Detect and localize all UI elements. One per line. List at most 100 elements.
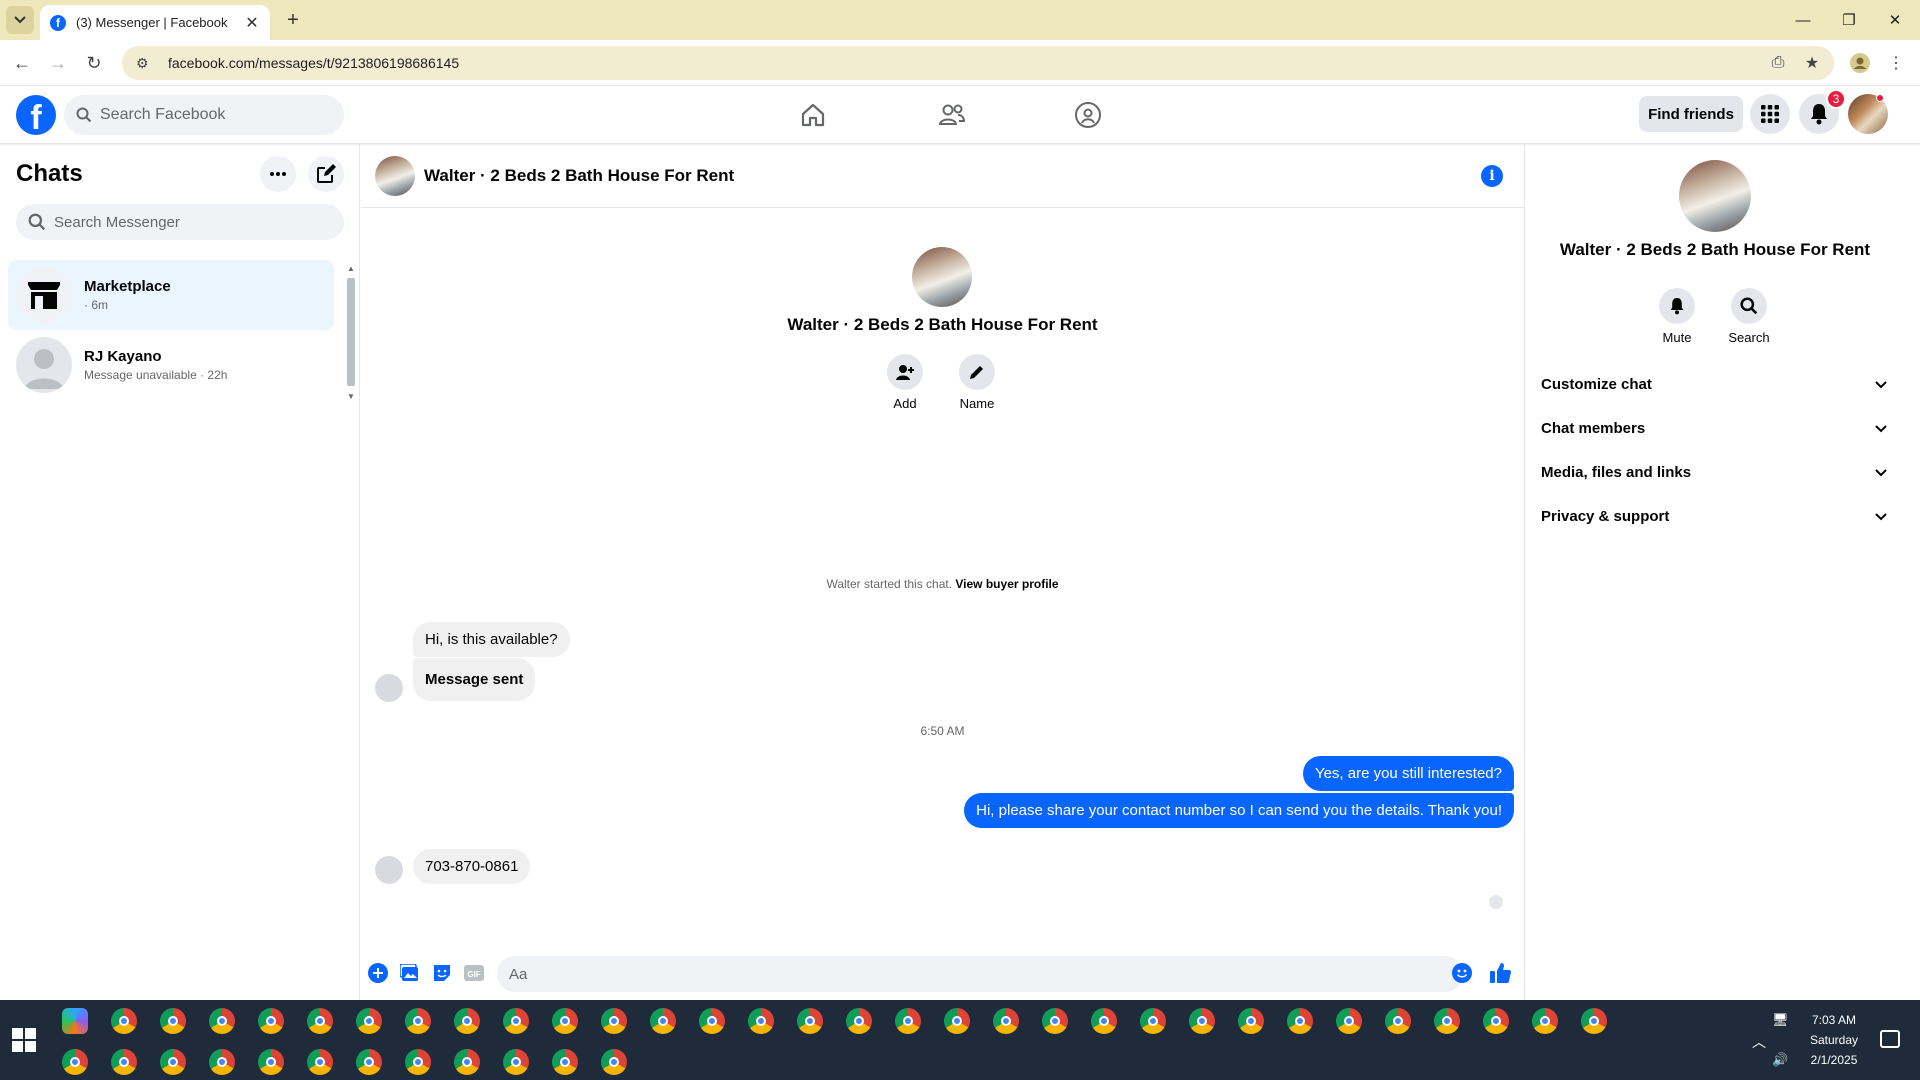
customize-chat-row[interactable]: Customize chat (1541, 364, 1889, 404)
chrome-profile-icon[interactable] (111, 1049, 137, 1075)
chrome-profile-icon[interactable] (307, 1049, 333, 1075)
media-files-links-row[interactable]: Media, files and links (1541, 452, 1889, 492)
chrome-profile-icon[interactable] (209, 1008, 235, 1034)
new-message-button[interactable] (308, 156, 344, 192)
chrome-profile-icon[interactable] (1140, 1008, 1166, 1034)
chats-scrollbar[interactable]: ▲ ▼ (346, 264, 356, 404)
chrome-profile-icon[interactable] (552, 1008, 578, 1034)
chat-item-marketplace[interactable]: Marketplace · 6m (8, 260, 334, 330)
privacy-support-row[interactable]: Privacy & support (1541, 496, 1889, 536)
chat-item-rj-kayano[interactable]: RJ Kayano Message unavailable · 22h (8, 330, 334, 400)
sender-avatar[interactable] (375, 856, 403, 884)
chrome-profile-icon[interactable] (846, 1008, 872, 1034)
menu-grid-button[interactable] (1750, 94, 1790, 134)
chrome-profile-icon[interactable] (601, 1008, 627, 1034)
site-settings-icon[interactable]: ⚙ (136, 55, 152, 71)
chrome-profile-icon[interactable] (356, 1008, 382, 1034)
chat-members-row[interactable]: Chat members (1541, 408, 1889, 448)
system-clock[interactable]: 7:03 AM Saturday 2/1/2025 (1810, 1010, 1858, 1070)
friends-icon[interactable] (938, 101, 966, 129)
chat-options-button[interactable] (260, 156, 296, 192)
sticker-icon[interactable] (431, 962, 453, 984)
notification-center-icon[interactable] (1880, 1030, 1900, 1048)
install-app-icon[interactable]: ⎙ (1766, 51, 1790, 75)
network-icon[interactable]: 🖥 (1772, 1012, 1789, 1028)
facebook-search-input[interactable]: Search Facebook (64, 95, 344, 135)
search-in-conversation-button[interactable]: Search (1719, 288, 1779, 345)
chrome-profile-icon[interactable] (209, 1049, 235, 1075)
back-button[interactable]: ← (10, 51, 34, 75)
scrollbar-thumb[interactable] (347, 278, 355, 386)
chrome-profile-icon[interactable] (993, 1008, 1019, 1034)
chrome-profile-icon[interactable] (454, 1049, 480, 1075)
url-field[interactable]: ⚙ facebook.com/messages/t/92138061986861… (122, 46, 1834, 80)
groups-icon[interactable] (1074, 101, 1102, 129)
close-window-button[interactable]: ✕ (1872, 0, 1918, 40)
restore-button[interactable]: ❐ (1826, 0, 1872, 40)
bookmark-star-icon[interactable]: ★ (1800, 51, 1824, 75)
chrome-profile-icon[interactable] (1042, 1008, 1068, 1034)
add-people-button[interactable]: Add (875, 354, 935, 411)
chrome-profile-icon[interactable] (797, 1008, 823, 1034)
profile-icon[interactable] (1848, 51, 1872, 75)
conversation-title[interactable]: Walter · 2 Beds 2 Bath House For Rent (424, 166, 734, 186)
chrome-profile-icon[interactable] (748, 1008, 774, 1034)
chrome-profile-icon[interactable] (62, 1049, 88, 1075)
chrome-profile-icon[interactable] (160, 1049, 186, 1075)
chrome-profile-icon[interactable] (503, 1049, 529, 1075)
chrome-profile-icon[interactable] (1385, 1008, 1411, 1034)
mute-button[interactable]: Mute (1647, 288, 1707, 345)
chrome-profile-icon[interactable] (1532, 1008, 1558, 1034)
chrome-profile-icon[interactable] (405, 1008, 431, 1034)
chrome-profile-icon[interactable] (1336, 1008, 1362, 1034)
chrome-profile-icon[interactable] (1189, 1008, 1215, 1034)
chrome-profile-icon[interactable] (1287, 1008, 1313, 1034)
chrome-profile-icon[interactable] (454, 1008, 480, 1034)
chrome-profile-icon[interactable] (601, 1049, 627, 1075)
tab-search-button[interactable] (6, 6, 34, 34)
like-thumbs-up-icon[interactable] (1489, 962, 1511, 984)
view-buyer-profile-link[interactable]: View buyer profile (955, 577, 1058, 591)
facebook-logo[interactable]: f (16, 95, 56, 135)
copilot-icon[interactable] (62, 1008, 88, 1034)
browser-menu-icon[interactable]: ⋮ (1884, 51, 1908, 75)
info-icon[interactable]: i (1481, 165, 1503, 187)
reload-button[interactable]: ↻ (82, 51, 106, 75)
chrome-profile-icon[interactable] (258, 1008, 284, 1034)
gif-icon[interactable]: GIF (463, 962, 485, 984)
chrome-profile-icon[interactable] (895, 1008, 921, 1034)
close-tab-icon[interactable]: ✕ (244, 15, 260, 32)
chrome-profile-icon[interactable] (944, 1008, 970, 1034)
windows-start-icon[interactable] (12, 1028, 36, 1052)
chrome-profile-icon[interactable] (503, 1008, 529, 1034)
chrome-profile-icon[interactable] (1483, 1008, 1509, 1034)
browser-tab[interactable]: f (3) Messenger | Facebook ✕ (40, 5, 270, 40)
find-friends-button[interactable]: Find friends (1639, 96, 1743, 132)
chrome-profile-icon[interactable] (307, 1008, 333, 1034)
messenger-search-input[interactable]: Search Messenger (16, 204, 344, 240)
name-chat-button[interactable]: Name (947, 354, 1007, 411)
emoji-icon[interactable] (1451, 962, 1473, 984)
photo-icon[interactable] (399, 962, 421, 984)
chrome-profile-icon[interactable] (1434, 1008, 1460, 1034)
chrome-profile-icon[interactable] (1581, 1008, 1607, 1034)
new-tab-button[interactable]: + (281, 8, 305, 32)
scroll-up-arrow-icon[interactable]: ▲ (347, 264, 355, 273)
message-input[interactable]: Aa (497, 956, 1463, 992)
conversation-avatar[interactable] (375, 156, 415, 196)
chrome-profile-icon[interactable] (356, 1049, 382, 1075)
volume-icon[interactable]: 🔊 (1772, 1052, 1788, 1068)
home-icon[interactable] (799, 101, 827, 129)
chrome-profile-icon[interactable] (699, 1008, 725, 1034)
chrome-profile-icon[interactable] (111, 1008, 137, 1034)
forward-button[interactable]: → (46, 51, 70, 75)
chrome-profile-icon[interactable] (650, 1008, 676, 1034)
chrome-profile-icon[interactable] (258, 1049, 284, 1075)
chrome-profile-icon[interactable] (160, 1008, 186, 1034)
minimize-button[interactable]: — (1780, 0, 1826, 40)
chrome-profile-icon[interactable] (405, 1049, 431, 1075)
sender-avatar[interactable] (375, 674, 403, 702)
more-actions-plus-icon[interactable] (367, 962, 389, 984)
tray-chevron-up-icon[interactable]: ︿ (1752, 1032, 1766, 1052)
scroll-down-arrow-icon[interactable]: ▼ (347, 392, 355, 401)
